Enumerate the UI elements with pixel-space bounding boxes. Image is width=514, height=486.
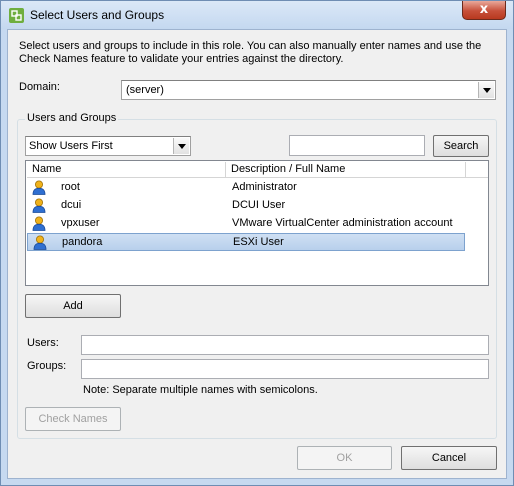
- check-names-button[interactable]: Check Names: [25, 407, 121, 431]
- ok-button[interactable]: OK: [297, 446, 392, 470]
- chevron-down-icon[interactable]: [173, 138, 189, 154]
- list-item[interactable]: dcui DCUI User: [27, 197, 465, 215]
- filter-select[interactable]: Show Users First: [25, 136, 191, 156]
- domain-value: (server): [126, 84, 164, 96]
- list-item-name: root: [61, 181, 80, 193]
- list-item-description: DCUI User: [232, 199, 286, 211]
- close-button[interactable]: x: [462, 1, 506, 20]
- column-header-description[interactable]: Description / Full Name: [226, 162, 466, 177]
- domain-label: Domain:: [19, 81, 60, 93]
- dialog-client-area: Select users and groups to include in th…: [7, 29, 507, 479]
- semicolon-note: Note: Separate multiple names with semic…: [83, 384, 318, 396]
- list-item[interactable]: root Administrator: [27, 179, 465, 197]
- users-list[interactable]: Name Description / Full Name root Adminis…: [25, 160, 489, 286]
- add-button[interactable]: Add: [25, 294, 121, 318]
- list-item-description: VMware VirtualCenter administration acco…: [232, 217, 453, 229]
- domain-select[interactable]: (server): [121, 80, 496, 100]
- column-header-filler: [466, 162, 488, 177]
- user-icon: [32, 198, 46, 213]
- list-item[interactable]: vpxuser VMware VirtualCenter administrati…: [27, 215, 465, 233]
- groups-label: Groups:: [27, 360, 67, 372]
- groups-input[interactable]: [81, 359, 489, 379]
- window-title: Select Users and Groups: [30, 8, 165, 22]
- users-input[interactable]: [81, 335, 489, 355]
- filter-value: Show Users First: [29, 140, 113, 152]
- list-item-description: Administrator: [232, 181, 297, 193]
- list-item-name: pandora: [62, 236, 103, 248]
- search-input[interactable]: [289, 135, 425, 156]
- instructions-text: Select users and groups to include in th…: [19, 40, 482, 65]
- user-icon: [32, 216, 46, 231]
- user-icon: [32, 180, 46, 195]
- column-header-name[interactable]: Name: [27, 162, 226, 177]
- vsphere-app-icon: [9, 8, 24, 23]
- users-label: Users:: [27, 337, 59, 349]
- users-groups-group-label: Users and Groups: [25, 112, 119, 124]
- select-users-dialog: Select Users and Groups x Select users a…: [0, 0, 514, 486]
- close-icon: x: [479, 2, 489, 17]
- list-item-name: vpxuser: [61, 217, 100, 229]
- list-item[interactable]: pandora ESXi User: [27, 233, 465, 251]
- list-item-description: ESXi User: [233, 236, 284, 248]
- search-button[interactable]: Search: [433, 135, 489, 157]
- chevron-down-icon[interactable]: [478, 82, 494, 98]
- user-icon: [33, 235, 47, 250]
- cancel-button[interactable]: Cancel: [401, 446, 497, 470]
- title-bar[interactable]: Select Users and Groups x: [1, 1, 513, 29]
- list-item-name: dcui: [61, 199, 82, 211]
- list-header: Name Description / Full Name: [27, 162, 488, 178]
